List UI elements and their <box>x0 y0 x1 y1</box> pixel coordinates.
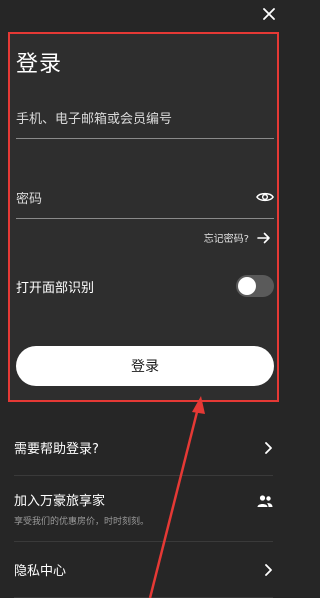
account-input[interactable] <box>16 112 274 127</box>
toggle-knob <box>238 277 256 295</box>
people-icon <box>257 495 273 507</box>
close-button[interactable] <box>261 6 277 22</box>
menu-item-join[interactable]: 加入万豪旅享家 享受我们的优惠房价，时时刻刻。 <box>14 476 273 542</box>
menu-item-privacy-label: 隐私中心 <box>14 564 67 579</box>
chevron-right-icon <box>265 563 272 576</box>
password-input[interactable] <box>16 192 236 207</box>
eye-icon[interactable] <box>256 190 274 204</box>
menu-item-join-label: 加入万豪旅享家 <box>14 494 106 509</box>
menu-item-help[interactable]: 需要帮助登录? <box>14 420 273 476</box>
password-field-wrapper <box>16 188 274 219</box>
menu-item-privacy[interactable]: 隐私中心 <box>14 542 273 598</box>
forgot-password-label: 忘记密码? <box>203 234 249 245</box>
account-field-wrapper <box>16 108 274 139</box>
close-icon <box>263 8 275 20</box>
login-button[interactable]: 登录 <box>16 346 274 386</box>
menu-item-join-subtitle: 享受我们的优惠房价，时时刻刻。 <box>14 517 150 527</box>
chevron-right-icon <box>265 441 272 454</box>
help-menu: 需要帮助登录? 加入万豪旅享家 享受我们的优惠房价，时时刻刻。 隐私中心 <box>0 420 287 598</box>
face-id-row: 打开面部识别 <box>16 274 274 298</box>
login-title: 登录 <box>16 52 63 77</box>
arrow-right-icon <box>257 232 270 243</box>
forgot-password-link[interactable]: 忘记密码? <box>204 230 271 245</box>
face-id-label: 打开面部识别 <box>16 280 95 296</box>
face-id-toggle[interactable] <box>236 275 274 297</box>
login-form: 登录 忘记密码? 打开面部识别 登录 <box>8 32 279 402</box>
menu-item-help-label: 需要帮助登录? <box>14 442 99 457</box>
